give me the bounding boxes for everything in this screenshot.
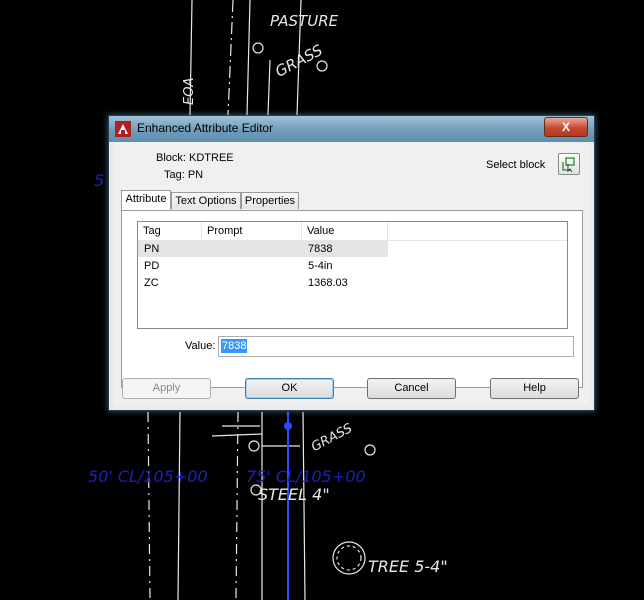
row-value: 5-4in xyxy=(308,260,333,272)
cad-label: 5 xyxy=(94,171,104,190)
dialog-title: Enhanced Attribute Editor xyxy=(137,121,274,135)
tag-name-label: Tag: PN xyxy=(164,169,204,181)
column-header-value[interactable]: Value xyxy=(302,222,388,240)
cad-line xyxy=(211,433,263,437)
close-button[interactable]: X xyxy=(544,117,588,137)
column-header-tag[interactable]: Tag xyxy=(138,222,202,240)
select-block-label: Select block xyxy=(486,159,546,171)
row-tag: PD xyxy=(144,260,160,272)
cad-label: TREE 5-4" xyxy=(368,557,448,576)
cad-label: STEEL 4" xyxy=(258,485,330,504)
list-row-pd[interactable]: PD 5-4in xyxy=(138,258,567,274)
close-icon: X xyxy=(561,120,570,134)
value-label: Value: xyxy=(185,340,216,352)
cad-selected-grip xyxy=(284,422,292,430)
cad-label: GRASS xyxy=(309,421,355,455)
tab-attribute[interactable]: Attribute xyxy=(121,190,171,210)
apply-button[interactable]: Apply xyxy=(122,378,211,399)
select-block-button[interactable] xyxy=(558,153,580,175)
help-button[interactable]: Help xyxy=(490,378,579,399)
select-block-icon xyxy=(562,157,575,173)
cad-label: PASTURE xyxy=(270,12,339,30)
list-row-zc[interactable]: ZC 1368.03 xyxy=(138,275,567,291)
tab-text-options[interactable]: Text Options xyxy=(171,192,241,209)
list-header: Tag Prompt Value xyxy=(138,222,567,241)
cad-symbol xyxy=(252,42,264,54)
ok-button[interactable]: OK xyxy=(245,378,334,399)
cad-line xyxy=(246,0,251,116)
list-row-pn[interactable]: PN 7838 xyxy=(138,241,567,257)
tree-symbol xyxy=(332,541,366,575)
row-value: 1368.03 xyxy=(308,277,348,289)
tree-symbol xyxy=(336,545,362,571)
cad-line xyxy=(147,411,151,600)
cad-symbol xyxy=(364,444,376,456)
cad-symbol xyxy=(248,440,260,452)
cad-line xyxy=(177,411,181,600)
cad-line xyxy=(235,411,239,600)
value-input-text: 7838 xyxy=(221,339,248,353)
row-tag: PN xyxy=(144,243,160,255)
column-header-prompt[interactable]: Prompt xyxy=(202,222,302,240)
cad-label: EOA xyxy=(182,78,197,105)
cancel-button[interactable]: Cancel xyxy=(367,378,456,399)
cad-label: 50' CL/105+00 xyxy=(88,467,208,486)
attribute-list[interactable]: Tag Prompt Value PN 7838 PD 5-4in ZC 136… xyxy=(137,221,568,329)
attribute-tab-panel: Tag Prompt Value PN 7838 PD 5-4in ZC 136… xyxy=(121,210,583,388)
title-bar[interactable]: Enhanced Attribute Editor X xyxy=(109,116,594,142)
autocad-app-icon xyxy=(115,121,131,137)
cad-symbol xyxy=(316,60,328,72)
row-value: 7838 xyxy=(308,243,333,255)
tab-properties[interactable]: Properties xyxy=(241,192,299,209)
cad-line xyxy=(227,0,234,116)
enhanced-attribute-editor-dialog: Enhanced Attribute Editor X Block: KDTRE… xyxy=(108,115,595,411)
cad-line xyxy=(302,411,306,600)
dialog-client-area: Block: KDTREE Tag: PN Select block Attri… xyxy=(114,142,589,405)
value-input[interactable]: 7838 xyxy=(218,336,574,357)
selection-highlight xyxy=(138,241,388,257)
cad-line xyxy=(267,59,271,116)
row-tag: ZC xyxy=(144,277,159,289)
cad-label: 75' CL/105+00 xyxy=(246,467,366,486)
block-name-label: Block: KDTREE xyxy=(156,152,234,164)
